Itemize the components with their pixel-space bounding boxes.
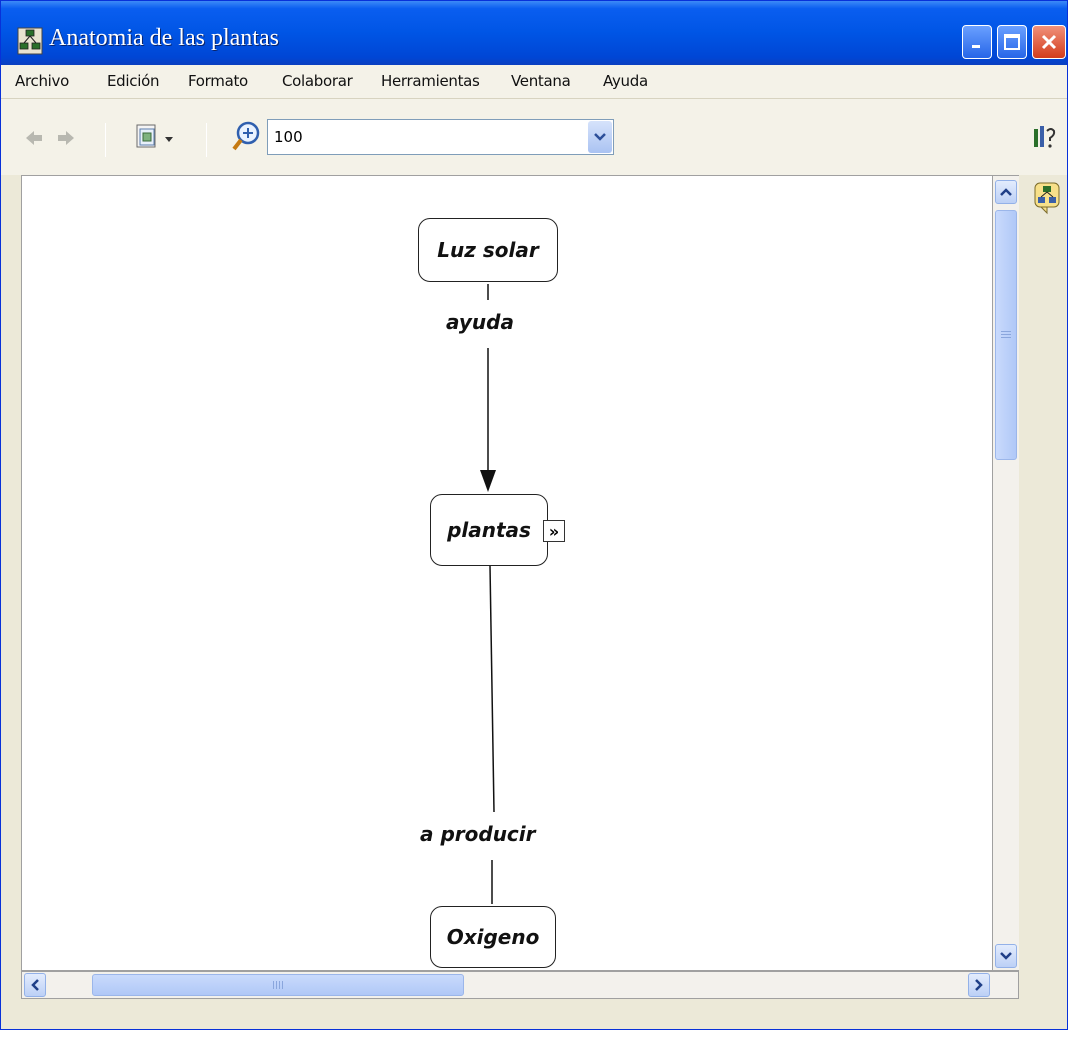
zoom-in-icon — [232, 121, 260, 151]
toolbar: 100 — [1, 99, 1067, 175]
back-button[interactable] — [23, 127, 45, 149]
horizontal-scroll-thumb[interactable] — [92, 974, 464, 996]
scroll-up-button[interactable] — [995, 180, 1017, 204]
menu-bar: Archivo Edición Formato Colaborar Herram… — [1, 65, 1067, 99]
close-button[interactable] — [1032, 25, 1066, 59]
properties-icon — [1034, 126, 1056, 148]
minimize-icon — [972, 45, 980, 48]
concept-plantas[interactable]: plantas — [430, 494, 548, 566]
close-icon — [1041, 34, 1057, 50]
concept-label: plantas — [447, 518, 531, 542]
concept-oxigeno[interactable]: Oxigeno — [430, 906, 556, 968]
maximize-icon — [1004, 34, 1020, 50]
link-lines — [480, 284, 496, 904]
zoom-dropdown-button[interactable] — [588, 121, 612, 153]
horizontal-scrollbar[interactable] — [21, 971, 1019, 999]
cmap-app-icon — [17, 27, 43, 55]
scroll-left-button[interactable] — [24, 973, 46, 997]
linking-phrase-a-producir[interactable]: a producir — [418, 822, 538, 846]
properties-button[interactable] — [1031, 123, 1057, 151]
concept-label: Oxigeno — [446, 925, 540, 949]
link-line-producir-top — [489, 565, 495, 813]
scroll-grip — [1001, 331, 1011, 339]
expand-marker-icon[interactable]: » — [543, 520, 565, 542]
linking-phrase-ayuda[interactable]: ayuda — [444, 310, 516, 334]
chevron-left-icon — [31, 979, 39, 991]
menu-ventana[interactable]: Ventana — [511, 72, 571, 90]
scroll-grip — [273, 981, 283, 989]
concept-label: Luz solar — [437, 238, 539, 262]
forward-arrow-icon — [58, 131, 74, 145]
menu-archivo[interactable]: Archivo — [15, 72, 69, 90]
app-window: Anatomia de las plantas Archivo Edición … — [0, 0, 1068, 1030]
chevron-right-icon — [975, 979, 983, 991]
forward-button[interactable] — [55, 127, 77, 149]
chevron-down-icon — [594, 133, 606, 141]
concept-map-canvas[interactable]: Luz solar ayuda plantas » a producir Oxi… — [21, 175, 993, 971]
minimize-button[interactable] — [962, 25, 992, 59]
menu-herramientas[interactable]: Herramientas — [381, 72, 480, 90]
scroll-right-button[interactable] — [968, 973, 990, 997]
menu-edicion[interactable]: Edición — [107, 72, 159, 90]
menu-ayuda[interactable]: Ayuda — [603, 72, 648, 90]
menu-formato[interactable]: Formato — [188, 72, 248, 90]
concept-map-panel-button[interactable] — [1033, 181, 1061, 215]
vertical-scrollbar[interactable] — [993, 175, 1019, 971]
title-bar[interactable]: Anatomia de las plantas — [1, 1, 1067, 65]
concept-map-icon — [1034, 182, 1060, 215]
toolbar-separator — [206, 123, 207, 157]
view-dropdown-button[interactable] — [131, 121, 179, 155]
concept-luz-solar[interactable]: Luz solar — [418, 218, 558, 282]
link-arrowhead — [480, 470, 496, 492]
zoom-combo[interactable]: 100 — [267, 119, 614, 155]
menu-colaborar[interactable]: Colaborar — [282, 72, 353, 90]
view-dropdown-icon — [136, 124, 173, 148]
scroll-down-button[interactable] — [995, 944, 1017, 968]
zoom-value[interactable]: 100 — [274, 128, 303, 146]
zoom-button[interactable] — [231, 119, 263, 153]
maximize-button[interactable] — [997, 25, 1027, 59]
vertical-scroll-thumb[interactable] — [995, 210, 1017, 460]
chevron-up-icon — [1000, 188, 1012, 196]
chevron-down-icon — [1000, 952, 1012, 960]
back-arrow-icon — [26, 131, 42, 145]
window-title: Anatomia de las plantas — [49, 25, 279, 51]
toolbar-separator — [105, 123, 106, 157]
